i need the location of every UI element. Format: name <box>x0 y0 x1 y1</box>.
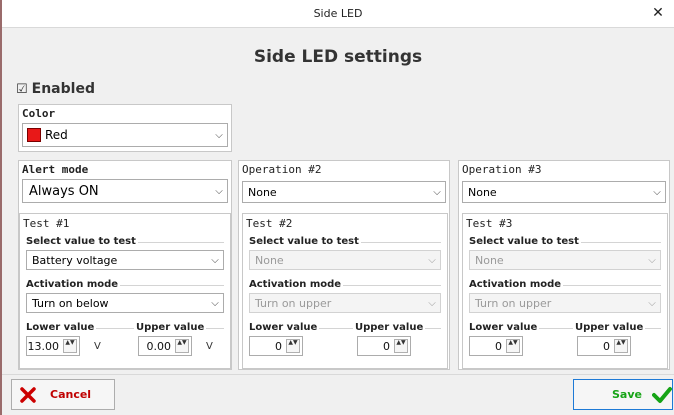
spinner-arrows-icon[interactable]: ▲▼ <box>63 339 77 353</box>
enabled-label: Enabled <box>31 81 95 97</box>
test-3-activation-select[interactable]: Turn on upper ⌵ <box>469 293 661 313</box>
spinner-arrows-icon[interactable]: ▲▼ <box>506 339 520 353</box>
test-1-upper-spinner[interactable]: 0.00 ▲▼ <box>138 336 192 356</box>
test-3-activation-selected: Turn on upper <box>475 296 552 310</box>
test-1-value-select[interactable]: Battery voltage ⌵ <box>26 250 224 270</box>
upper-value-label: Upper value <box>573 322 646 333</box>
alert-mode-title: Alert mode <box>22 163 89 176</box>
test-1-group: Test #1 Select value to test Battery vol… <box>19 213 231 369</box>
x-icon <box>20 386 36 403</box>
operation-2-panel: Operation #2 None ⌵ Test #2 Select value… <box>238 160 450 370</box>
chevron-down-icon: ⌵ <box>428 297 436 309</box>
test-2-upper-value: 0 <box>383 340 390 353</box>
chevron-down-icon: ⌵ <box>653 186 661 198</box>
save-button[interactable]: Save <box>573 379 673 410</box>
operation-3-select[interactable]: None ⌵ <box>462 181 666 203</box>
lower-value-label: Lower value <box>469 322 540 333</box>
operation-3-panel: Operation #3 None ⌵ Test #3 Select value… <box>458 160 670 370</box>
color-select[interactable]: Red ⌵ <box>22 123 228 147</box>
color-select-value: Red <box>45 128 68 142</box>
test-2-lower-value: 0 <box>275 340 282 353</box>
test-2-group: Test #2 Select value to test None ⌵ Acti… <box>242 213 448 369</box>
red-swatch-icon <box>27 128 41 142</box>
test-1-value-selected: Battery voltage <box>32 253 118 267</box>
chevron-down-icon: ⌵ <box>211 254 219 266</box>
close-icon[interactable]: ✕ <box>650 4 666 22</box>
chevron-down-icon: ⌵ <box>648 254 656 266</box>
upper-unit: V <box>206 341 213 352</box>
lower-value-label: Lower value <box>249 322 320 333</box>
test-1-activation-selected: Turn on below <box>32 296 109 310</box>
test-2-activation-selected: Turn on upper <box>255 296 332 310</box>
chevron-down-icon: ⌵ <box>648 297 656 309</box>
test-3-title: Test #3 <box>466 217 513 230</box>
chevron-down-icon: ⌵ <box>428 254 436 266</box>
side-led-window: Side LED ✕ Side LED settings ☑ Enabled C… <box>0 0 674 415</box>
color-group: Color Red ⌵ <box>18 104 232 152</box>
cancel-label: Cancel <box>50 388 92 401</box>
test-3-upper-spinner[interactable]: 0 ▲▼ <box>577 336 631 356</box>
test-2-upper-spinner[interactable]: 0 ▲▼ <box>357 336 411 356</box>
enabled-checkbox[interactable]: ☑ Enabled <box>16 80 95 98</box>
test-1-activation-select[interactable]: Turn on below ⌵ <box>26 293 224 313</box>
save-label: Save <box>612 388 642 401</box>
test-1-upper-value: 0.00 <box>146 340 172 353</box>
test-1-lower-value: 13.00 <box>27 340 60 353</box>
select-value-label: Select value to test <box>26 236 138 247</box>
cancel-button[interactable]: Cancel <box>11 379 115 410</box>
alert-mode-select[interactable]: Always ON ⌵ <box>22 179 228 203</box>
test-2-value-select[interactable]: None ⌵ <box>249 250 441 270</box>
window-title: Side LED <box>313 7 363 20</box>
checkbox-checked-icon: ☑ <box>16 81 28 97</box>
operation-2-title: Operation #2 <box>242 163 322 176</box>
test-3-upper-value: 0 <box>603 340 610 353</box>
test-2-title: Test #2 <box>246 217 293 230</box>
lower-value-label: Lower value <box>26 322 97 333</box>
spinner-arrows-icon[interactable]: ▲▼ <box>286 339 300 353</box>
spinner-arrows-icon[interactable]: ▲▼ <box>394 339 408 353</box>
alert-mode-panel: Alert mode Always ON ⌵ Test #1 Select va… <box>18 160 232 370</box>
test-3-lower-spinner[interactable]: 0 ▲▼ <box>469 336 523 356</box>
upper-value-label: Upper value <box>353 322 426 333</box>
page-title: Side LED settings <box>253 47 423 67</box>
test-3-lower-value: 0 <box>495 340 502 353</box>
operation-2-value: None <box>248 185 277 199</box>
test-3-value-selected: None <box>475 253 504 267</box>
test-2-value-selected: None <box>255 253 284 267</box>
activation-mode-label: Activation mode <box>249 279 344 290</box>
title-bar: Side LED ✕ <box>2 0 674 28</box>
upper-value-label: Upper value <box>134 322 207 333</box>
test-3-group: Test #3 Select value to test None ⌵ Acti… <box>462 213 668 369</box>
activation-mode-label: Activation mode <box>469 279 564 290</box>
check-icon <box>651 386 672 403</box>
test-3-value-select[interactable]: None ⌵ <box>469 250 661 270</box>
spinner-arrows-icon[interactable]: ▲▼ <box>614 339 628 353</box>
lower-unit: V <box>94 341 101 352</box>
chevron-down-icon: ⌵ <box>211 297 219 309</box>
operation-2-select[interactable]: None ⌵ <box>242 181 446 203</box>
operation-3-title: Operation #3 <box>462 163 542 176</box>
select-value-label: Select value to test <box>249 236 361 247</box>
test-1-title: Test #1 <box>23 217 70 230</box>
footer-bar: Cancel Save <box>2 374 674 415</box>
activation-mode-label: Activation mode <box>26 279 121 290</box>
chevron-down-icon: ⌵ <box>433 186 441 198</box>
spinner-arrows-icon[interactable]: ▲▼ <box>175 339 189 353</box>
color-group-title: Color <box>22 107 56 120</box>
chevron-down-icon: ⌵ <box>215 185 223 197</box>
alert-mode-value: Always ON <box>29 183 99 199</box>
operation-3-value: None <box>468 185 497 199</box>
chevron-down-icon: ⌵ <box>215 129 223 141</box>
test-1-lower-spinner[interactable]: 13.00 ▲▼ <box>26 336 80 356</box>
test-2-lower-spinner[interactable]: 0 ▲▼ <box>249 336 303 356</box>
test-2-activation-select[interactable]: Turn on upper ⌵ <box>249 293 441 313</box>
select-value-label: Select value to test <box>469 236 581 247</box>
